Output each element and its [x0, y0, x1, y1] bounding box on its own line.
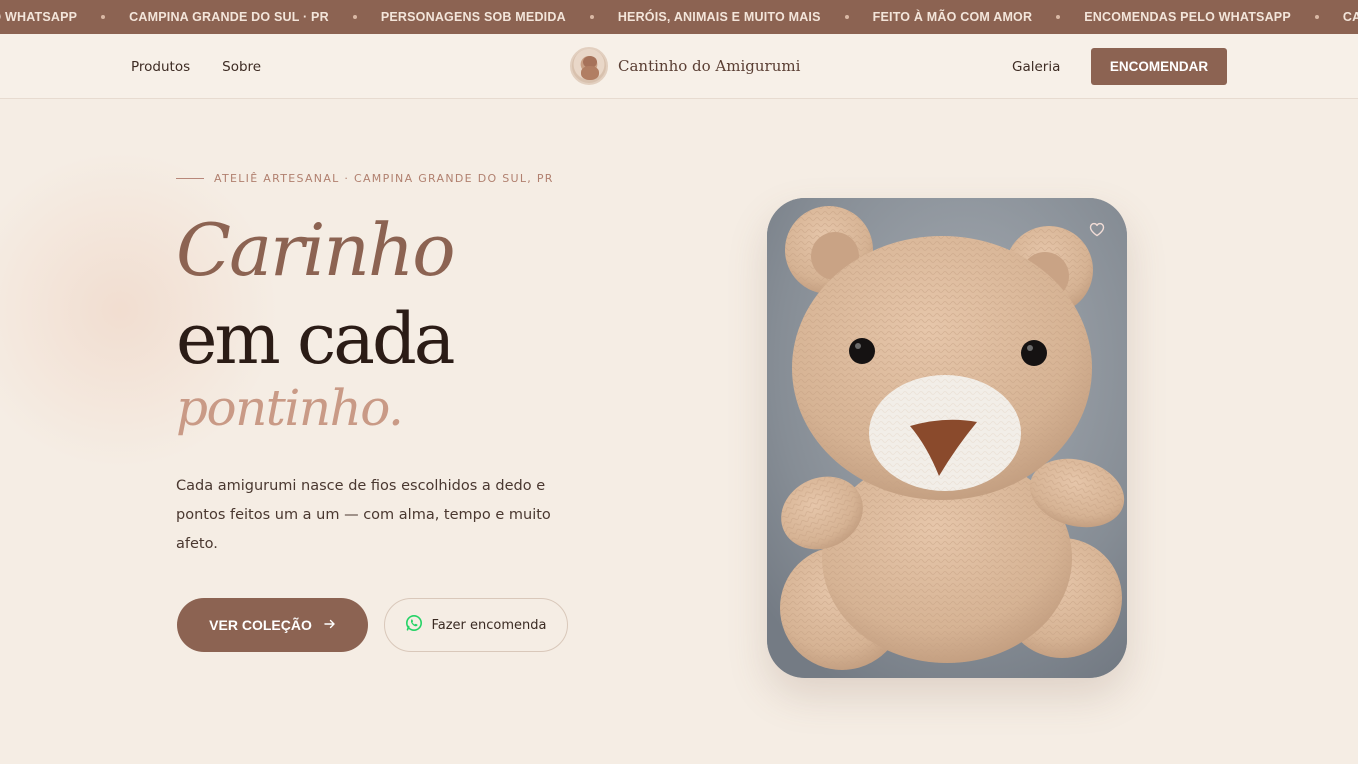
marquee-separator [844, 15, 849, 19]
nav-link-sobre[interactable]: Sobre [222, 59, 261, 75]
hero-eyebrow: ATELIÊ ARTESANAL · CAMPINA GRANDE DO SUL… [176, 172, 554, 185]
marquee-separator [589, 15, 594, 19]
eyebrow-text: ATELIÊ ARTESANAL · CAMPINA GRANDE DO SUL… [214, 172, 554, 185]
nav-link-produtos[interactable]: Produtos [131, 59, 190, 75]
marquee-item: HERÓIS, ANIMAIS E MUITO MAIS [617, 10, 821, 24]
whatsapp-order-label: Fazer encomenda [431, 617, 547, 633]
marquee-item: ELO WHATSAPP [0, 10, 78, 24]
secondary-nav: Galeria [1012, 34, 1060, 99]
hero-description: Cada amigurumi nasce de fios escolhidos … [176, 478, 551, 552]
marquee-track: ELO WHATSAPP CAMPINA GRANDE DO SUL · PR … [0, 0, 1358, 34]
site-header: Produtos Sobre Cantinho do Amigurumi Gal… [0, 34, 1358, 99]
view-collection-button[interactable]: VER COLEÇÃO [177, 598, 368, 652]
primary-nav: Produtos Sobre [131, 34, 261, 99]
hero-title-line1: Carinho [176, 208, 456, 292]
brand-name: Cantinho do Amigurumi [618, 57, 801, 75]
heart-icon[interactable] [1086, 218, 1108, 240]
nav-link-galeria[interactable]: Galeria [1012, 59, 1060, 75]
announcement-marquee: ELO WHATSAPP CAMPINA GRANDE DO SUL · PR … [0, 0, 1358, 34]
marquee-item: FEITO À MÃO COM AMOR [872, 10, 1033, 24]
whatsapp-order-button[interactable]: Fazer encomenda [384, 598, 568, 652]
marquee-item: CAMPINA GRANDE DO SUL · PR [129, 10, 329, 24]
marquee-item: PERSONAGENS SOB MEDIDA [380, 10, 566, 24]
view-collection-label: VER COLEÇÃO [209, 617, 312, 633]
marquee-item: CAMPINA G [1342, 10, 1358, 24]
bear-logo-icon [570, 47, 608, 85]
marquee-separator [1056, 15, 1061, 19]
amigurumi-bear-image [767, 198, 1127, 678]
marquee-separator [101, 15, 106, 19]
arrow-right-icon [324, 617, 336, 633]
whatsapp-icon [405, 614, 423, 636]
brand-home-link[interactable]: Cantinho do Amigurumi [570, 47, 800, 85]
eyebrow-divider [176, 178, 204, 179]
order-button[interactable]: ENCOMENDAR [1091, 48, 1227, 85]
hero-title-line2: em cada [176, 298, 456, 380]
marquee-separator [352, 15, 357, 19]
marquee-item: ENCOMENDAS PELO WHATSAPP [1084, 10, 1291, 24]
marquee-separator [1314, 15, 1319, 19]
featured-product-photo [767, 198, 1127, 678]
hero-title-line3: pontinho. [176, 379, 404, 437]
